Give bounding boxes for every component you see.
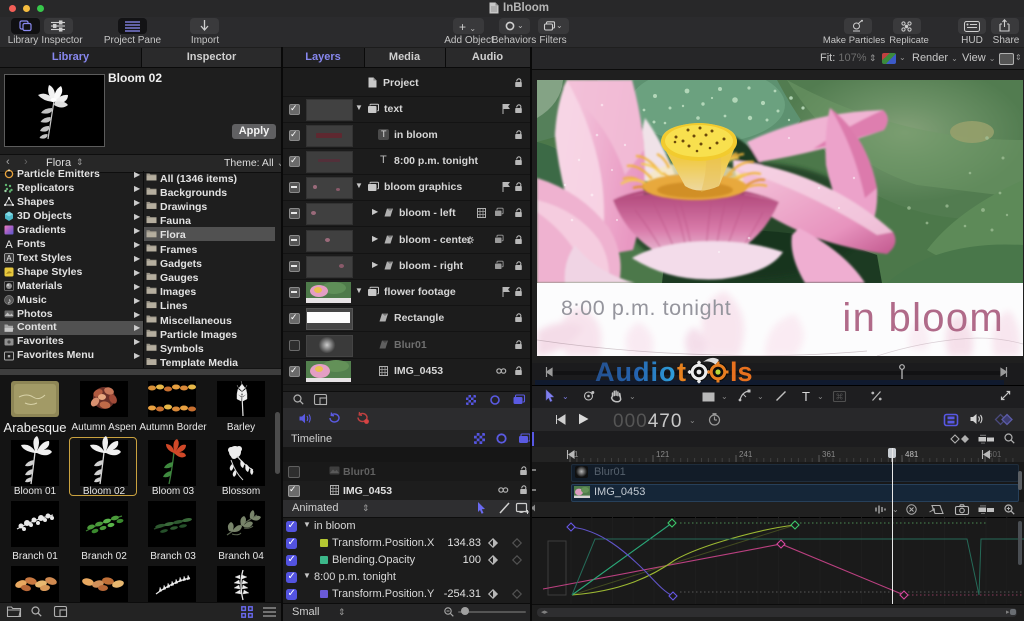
svg-text:361: 361 xyxy=(822,450,836,459)
svg-text:in bloom: in bloom xyxy=(842,296,1004,340)
svg-text:241: 241 xyxy=(739,450,753,459)
svg-text:Audio: Audio xyxy=(595,357,676,387)
svg-text:121: 121 xyxy=(656,450,670,459)
svg-text:ls: ls xyxy=(730,357,753,387)
svg-text:⌘: ⌘ xyxy=(836,393,844,402)
svg-text:t: t xyxy=(677,357,686,387)
svg-text:A: A xyxy=(5,239,13,251)
svg-text:1: 1 xyxy=(574,450,579,459)
svg-text:601: 601 xyxy=(988,450,1002,459)
svg-text:♪: ♪ xyxy=(7,297,11,306)
svg-text:481: 481 xyxy=(905,450,919,459)
svg-text:8:00 p.m. tonight: 8:00 p.m. tonight xyxy=(561,296,731,320)
svg-text:A: A xyxy=(6,254,12,263)
